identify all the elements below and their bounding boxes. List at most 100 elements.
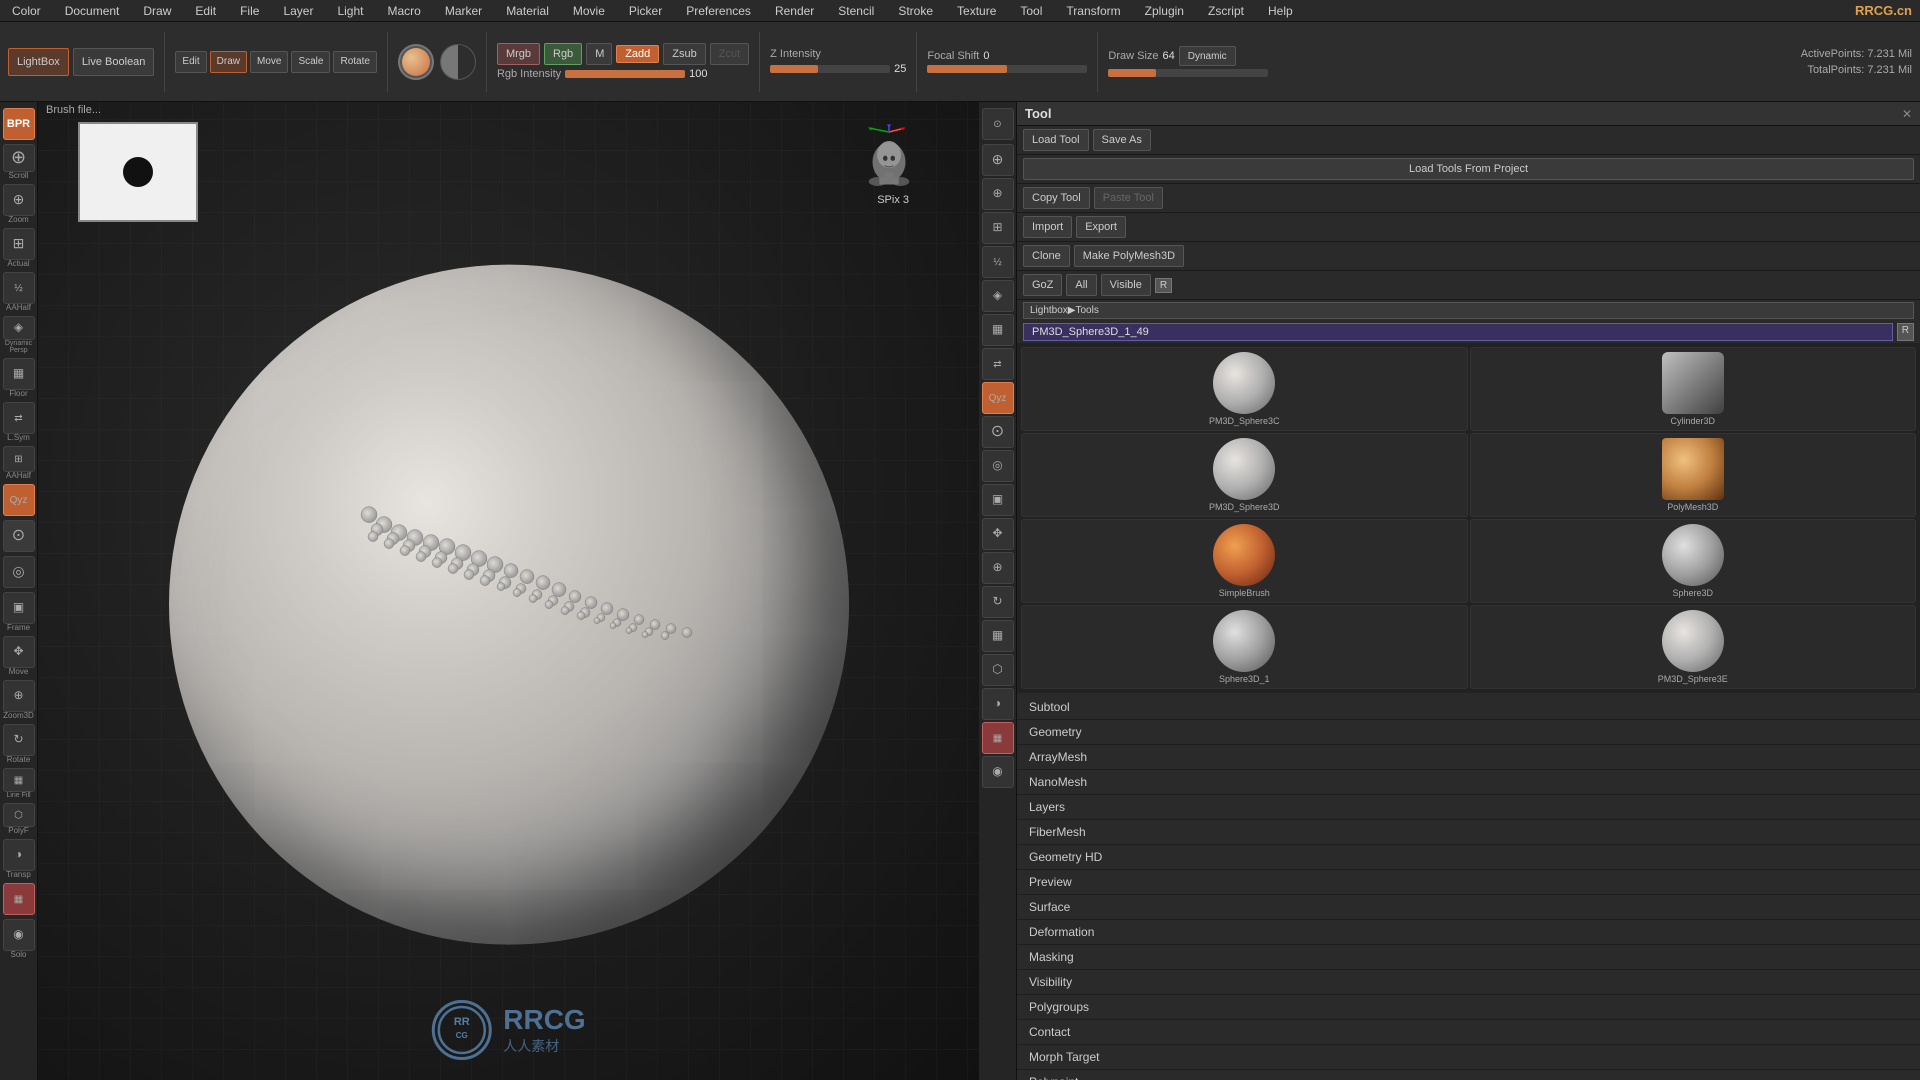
dynmesh-button[interactable]: ▦ (3, 883, 35, 915)
solo-button[interactable]: ◉ (3, 919, 35, 951)
menu-item-transform[interactable]: Transform (1062, 2, 1124, 20)
dynamic-button[interactable]: Dynamic (1179, 46, 1236, 66)
zoom3d-icon[interactable]: ⊕ (982, 552, 1014, 584)
menu-item-color[interactable]: Color (8, 2, 45, 20)
bpr-icon[interactable]: ⊙ (982, 108, 1014, 140)
zoom-icon[interactable]: ⊕ (982, 178, 1014, 210)
list-item-fibermesh[interactable]: FiberMesh (1017, 820, 1920, 845)
menu-item-help[interactable]: Help (1264, 2, 1297, 20)
icon-1[interactable]: ⊙ (982, 416, 1014, 448)
list-item-polygroups[interactable]: Polygroups (1017, 995, 1920, 1020)
list-item-polypaint[interactable]: Polypaint (1017, 1070, 1920, 1080)
frame-icon[interactable]: ▣ (982, 484, 1014, 516)
menu-item-render[interactable]: Render (771, 2, 818, 20)
polyf-button[interactable]: ⬡ (3, 803, 35, 827)
draw-button[interactable]: Draw (210, 51, 247, 73)
qyz-icon[interactable]: Qyz (982, 382, 1014, 414)
list-item-geometryhd[interactable]: Geometry HD (1017, 845, 1920, 870)
thumb-simplebrush[interactable]: SimpleBrush (1021, 519, 1468, 603)
rotate3d-button[interactable]: ↻ (3, 724, 35, 756)
menu-item-zscript[interactable]: Zscript (1204, 2, 1248, 20)
list-item-surface[interactable]: Surface (1017, 895, 1920, 920)
thumb-pm3d-sphere3c[interactable]: PM3D_Sphere3C (1021, 347, 1468, 431)
load-tools-project-button[interactable]: Load Tools From Project (1023, 158, 1914, 180)
clone-button[interactable]: Clone (1023, 245, 1070, 267)
solo-icon[interactable]: ◉ (982, 756, 1014, 788)
thumb-sphere3d[interactable]: Sphere3D (1470, 519, 1917, 603)
rgb-intensity-slider[interactable] (565, 70, 685, 78)
edit-button[interactable]: Edit (175, 51, 206, 73)
z-intensity-slider[interactable] (770, 65, 890, 73)
list-item-subtool[interactable]: Subtool (1017, 695, 1920, 720)
dynmesh-icon[interactable]: ▦ (982, 722, 1014, 754)
paste-tool-button[interactable]: Paste Tool (1094, 187, 1163, 209)
list-item-contact[interactable]: Contact (1017, 1020, 1920, 1045)
draw-size-slider[interactable] (1108, 69, 1268, 77)
menu-item-texture[interactable]: Texture (953, 2, 1000, 20)
navigation-cube[interactable] (859, 122, 919, 205)
zoom3d-button[interactable]: ⊕ (3, 680, 35, 712)
thumb-polymesh3d[interactable]: PolyMesh3D (1470, 433, 1917, 517)
rgb-button[interactable]: Rgb (544, 43, 582, 65)
frame-button[interactable]: ▣ (3, 592, 35, 624)
color-picker[interactable] (398, 44, 434, 80)
export-button[interactable]: Export (1076, 216, 1126, 238)
menu-item-movie[interactable]: Movie (569, 2, 609, 20)
thumb-pm3d-sphere3d[interactable]: PM3D_Sphere3D (1021, 433, 1468, 517)
menu-item-file[interactable]: File (236, 2, 263, 20)
thumb-pm3d-sphere3e[interactable]: PM3D_Sphere3E (1470, 605, 1917, 689)
list-item-nanomesh[interactable]: NanoMesh (1017, 770, 1920, 795)
scroll-icon[interactable]: ⊕ (982, 144, 1014, 176)
lightbox-button[interactable]: LightBox (8, 48, 69, 76)
menu-item-marker[interactable]: Marker (441, 2, 486, 20)
move-button[interactable]: Move (250, 51, 288, 73)
color-half[interactable] (440, 44, 476, 80)
floor-icon[interactable]: ▦ (982, 314, 1014, 346)
save-as-button[interactable]: Save As (1093, 129, 1151, 151)
list-item-visibility[interactable]: Visibility (1017, 970, 1920, 995)
live-boolean-button[interactable]: Live Boolean (73, 48, 155, 76)
move-icon[interactable]: ✥ (982, 518, 1014, 550)
aahalf2-button[interactable]: ⊞ (3, 446, 35, 472)
close-icon[interactable]: ✕ (1902, 107, 1912, 121)
scroll-button[interactable]: ⊕ (3, 144, 35, 172)
btn-1[interactable]: ⊙ (3, 520, 35, 552)
menu-item-picker[interactable]: Picker (625, 2, 666, 20)
menu-item-draw[interactable]: Draw (139, 2, 175, 20)
list-item-preview[interactable]: Preview (1017, 870, 1920, 895)
lsym-button[interactable]: ⇄ (3, 402, 35, 434)
zcut-button[interactable]: Zcut (710, 43, 749, 65)
linefill-icon[interactable]: ▦ (982, 620, 1014, 652)
scale-button[interactable]: Scale (291, 51, 330, 73)
copy-tool-button[interactable]: Copy Tool (1023, 187, 1090, 209)
polyf-icon[interactable]: ⬡ (982, 654, 1014, 686)
canvas-area[interactable]: Brush file... https://www.RRCG素材 RRCG.cn… (38, 102, 979, 1080)
icon-2[interactable]: ◎ (982, 450, 1014, 482)
menu-item-stencil[interactable]: Stencil (834, 2, 878, 20)
thumb-cylinder3d[interactable]: Cylinder3D (1470, 347, 1917, 431)
m-button[interactable]: M (586, 43, 612, 65)
floor-button[interactable]: ▦ (3, 358, 35, 390)
make-polymesh3d-button[interactable]: Make PolyMesh3D (1074, 245, 1184, 267)
actual-button[interactable]: ⊞ (3, 228, 35, 260)
menu-item-macro[interactable]: Macro (384, 2, 425, 20)
rotate-button[interactable]: Rotate (333, 51, 376, 73)
focal-shift-slider[interactable] (927, 65, 1087, 73)
linefill-button[interactable]: ▦ (3, 768, 35, 792)
all-button[interactable]: All (1066, 274, 1096, 296)
menu-item-edit[interactable]: Edit (191, 2, 220, 20)
list-item-morphtarget[interactable]: Morph Target (1017, 1045, 1920, 1070)
menu-item-document[interactable]: Document (61, 2, 124, 20)
menu-item-stroke[interactable]: Stroke (894, 2, 937, 20)
lsym-icon[interactable]: ⇄ (982, 348, 1014, 380)
menu-item-tool[interactable]: Tool (1016, 2, 1046, 20)
menu-item-layer[interactable]: Layer (279, 2, 317, 20)
dynamic-persp-button[interactable]: ◈ (3, 316, 35, 340)
list-item-deformation[interactable]: Deformation (1017, 920, 1920, 945)
menu-item-preferences[interactable]: Preferences (682, 2, 755, 20)
goz-button[interactable]: GoZ (1023, 274, 1062, 296)
lightbox-tools-button[interactable]: Lightbox▶Tools (1023, 302, 1914, 319)
load-tool-button[interactable]: Load Tool (1023, 129, 1089, 151)
list-item-geometry[interactable]: Geometry (1017, 720, 1920, 745)
zadd-button[interactable]: Zadd (616, 45, 659, 63)
